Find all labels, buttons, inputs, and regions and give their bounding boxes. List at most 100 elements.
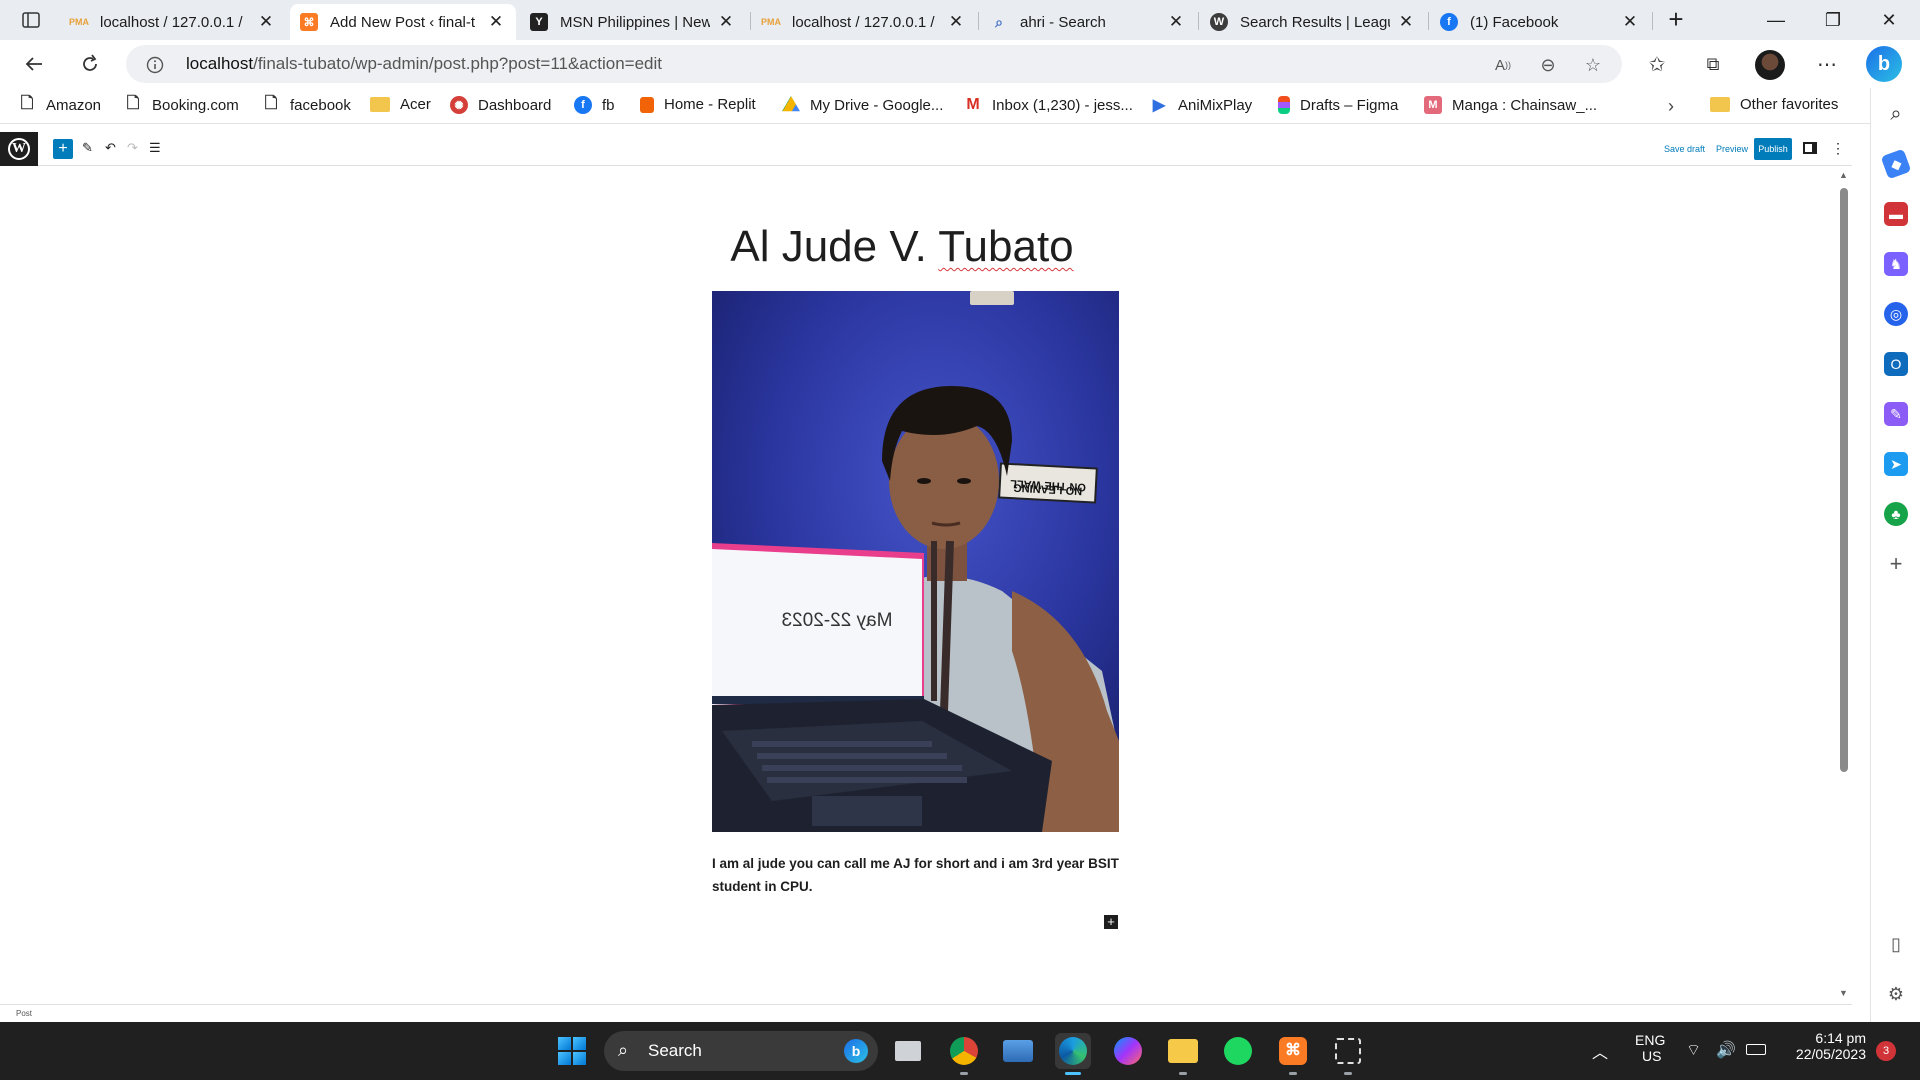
outlook-icon[interactable]: O (1884, 352, 1908, 376)
collections-button[interactable]: ⧉ (1697, 48, 1729, 80)
send-icon[interactable]: ➤ (1884, 452, 1908, 476)
close-window-button[interactable]: ✕ (1866, 6, 1912, 34)
post-image[interactable]: NO LEANING ON THE WALL May 22-2023 (712, 291, 1119, 832)
back-button[interactable] (18, 48, 50, 80)
battery-icon[interactable] (1746, 1042, 1766, 1058)
start-button[interactable] (558, 1037, 586, 1065)
fav-other-favorites[interactable]: Other favorites (1710, 96, 1838, 113)
tools-icon[interactable]: ▬ (1884, 202, 1908, 226)
title-text-misspelled: Tubato (938, 222, 1074, 271)
close-tab-icon[interactable]: ✕ (1620, 12, 1640, 32)
fav-animixplay[interactable]: ▶ AniMixPlay (1150, 96, 1252, 115)
save-draft-button[interactable]: Save draft (1664, 144, 1705, 154)
add-block-button[interactable]: + (1104, 915, 1118, 929)
volume-icon[interactable]: 🔊 (1716, 1040, 1736, 1060)
options-icon[interactable]: ⋮ (1831, 140, 1845, 157)
tab-league-search[interactable]: W Search Results | Leagu ✕ (1200, 4, 1426, 40)
read-aloud-icon[interactable]: A)) (1490, 52, 1516, 78)
wordpress-logo-button[interactable]: W (0, 132, 38, 166)
clock[interactable]: 6:14 pm 22/05/2023 (1786, 1030, 1866, 1062)
taskbar-chrome[interactable] (946, 1033, 982, 1075)
post-title[interactable]: Al Jude V. Tubato (712, 222, 1092, 272)
undo-icon[interactable]: ↶ (105, 140, 116, 156)
task-view-icon (895, 1041, 921, 1061)
minimize-button[interactable]: — (1753, 6, 1799, 34)
notification-badge[interactable]: 3 (1876, 1041, 1896, 1061)
copilot-bing-button[interactable]: b (1866, 46, 1902, 82)
tab-ahri-search[interactable]: ⌕ ahri - Search ✕ (980, 4, 1196, 40)
restore-button[interactable]: ❐ (1810, 6, 1856, 34)
scroll-up-icon[interactable]: ▲ (1839, 170, 1848, 180)
close-tab-icon[interactable]: ✕ (716, 12, 736, 32)
fav-acer[interactable]: Acer (370, 96, 431, 113)
profile-avatar[interactable] (1755, 50, 1785, 80)
zoom-icon[interactable]: ⊖ (1535, 52, 1561, 78)
document-overview-icon[interactable]: ☰ (149, 140, 161, 156)
breadcrumb-post[interactable]: Post (16, 1009, 32, 1018)
taskbar-spotify[interactable] (1220, 1033, 1256, 1069)
redo-icon[interactable]: ↷ (127, 140, 138, 156)
favorites-overflow-button[interactable]: › (1668, 96, 1674, 117)
taskbar-messenger[interactable] (1110, 1033, 1146, 1069)
post-paragraph[interactable]: I am al jude you can call me AJ for shor… (712, 852, 1122, 898)
taskbar-file-explorer[interactable] (1165, 1033, 1201, 1075)
task-view-button[interactable] (890, 1033, 926, 1069)
sidebar-layout-icon[interactable]: ▯ (1884, 932, 1908, 956)
settings-panel-icon[interactable] (1803, 142, 1817, 154)
phpmyadmin-icon: PMA (761, 17, 781, 27)
tray-overflow-icon[interactable]: ︿ (1592, 1039, 1608, 1063)
shopping-icon[interactable]: ◆ (1880, 148, 1912, 180)
url-text[interactable]: localhost/finals-tubato/wp-admin/post.ph… (186, 54, 662, 74)
games-icon[interactable]: ♞ (1884, 252, 1908, 276)
close-tab-icon[interactable]: ✕ (1166, 12, 1186, 32)
taskbar-photos[interactable] (1000, 1033, 1036, 1069)
designer-icon[interactable]: ✎ (1884, 402, 1908, 426)
fav-facebook[interactable]: 🗋 facebook (262, 95, 351, 114)
settings-more-button[interactable]: ⋯ (1811, 48, 1843, 80)
scrollbar-thumb[interactable] (1840, 188, 1848, 772)
editor-scrollbar[interactable]: ▲ ▼ (1836, 166, 1852, 1004)
tab-phpmyadmin-2[interactable]: PMA localhost / 127.0.0.1 / ✕ (752, 4, 976, 40)
fav-amazon[interactable]: 🗋 Amazon (18, 95, 101, 114)
tab-msn[interactable]: Y MSN Philippines | New ✕ (520, 4, 746, 40)
site-info-icon[interactable] (142, 52, 168, 78)
tab-add-new-post[interactable]: ⌘ Add New Post ‹ final-t ✕ (290, 4, 516, 40)
fav-fb[interactable]: f fb (574, 96, 615, 114)
block-inserter-button[interactable]: + (53, 139, 73, 159)
publish-button[interactable]: Publish (1754, 138, 1792, 160)
fav-figma[interactable]: Drafts – Figma (1278, 96, 1398, 114)
tree-icon[interactable]: ♣ (1884, 502, 1908, 526)
preview-button[interactable]: Preview (1716, 144, 1748, 154)
fav-dashboard[interactable]: ✺ Dashboard (450, 96, 551, 114)
close-tab-icon[interactable]: ✕ (1396, 12, 1416, 32)
favorites-button[interactable]: ✩ (1641, 48, 1673, 80)
new-tab-button[interactable]: + (1660, 6, 1692, 34)
taskbar-search-box[interactable]: ⌕ Search b (604, 1031, 878, 1071)
refresh-button[interactable] (74, 48, 106, 80)
tab-facebook[interactable]: f (1) Facebook ✕ (1430, 4, 1650, 40)
edit-tool-icon[interactable]: ✎ (82, 140, 93, 156)
taskbar-edge[interactable] (1055, 1033, 1091, 1075)
fav-booking[interactable]: 🗋 Booking.com (124, 95, 239, 114)
taskbar-snipping-tool[interactable] (1330, 1033, 1366, 1075)
office-icon[interactable]: ◎ (1884, 302, 1908, 326)
search-icon[interactable]: ⌕ (1884, 102, 1908, 126)
fav-replit[interactable]: Home - Replit (640, 96, 756, 113)
fav-google-drive[interactable]: My Drive - Google... (782, 96, 943, 114)
tab-actions-button[interactable] (12, 6, 50, 34)
fav-manga[interactable]: M Manga : Chainsaw_... (1424, 96, 1597, 114)
add-favorite-icon[interactable]: ☆ (1580, 52, 1606, 78)
address-bar[interactable]: localhost/finals-tubato/wp-admin/post.ph… (126, 45, 1622, 83)
wifi-icon[interactable]: ⌔ (1686, 1040, 1701, 1060)
close-tab-icon[interactable]: ✕ (946, 12, 966, 32)
close-tab-icon[interactable]: ✕ (486, 12, 506, 32)
close-tab-icon[interactable]: ✕ (256, 12, 276, 32)
sidebar-settings-icon[interactable]: ⚙ (1884, 982, 1908, 1006)
add-sidebar-app-icon[interactable]: + (1884, 551, 1908, 576)
scroll-down-icon[interactable]: ▼ (1839, 988, 1848, 998)
fav-gmail[interactable]: M Inbox (1,230) - jess... (964, 96, 1133, 114)
taskbar-xampp[interactable]: ⌘ (1275, 1033, 1311, 1075)
language-indicator[interactable]: ENG US (1635, 1032, 1665, 1064)
tab-separator (1652, 12, 1653, 30)
tab-phpmyadmin-1[interactable]: PMA localhost / 127.0.0.1 / ✕ (60, 4, 286, 40)
